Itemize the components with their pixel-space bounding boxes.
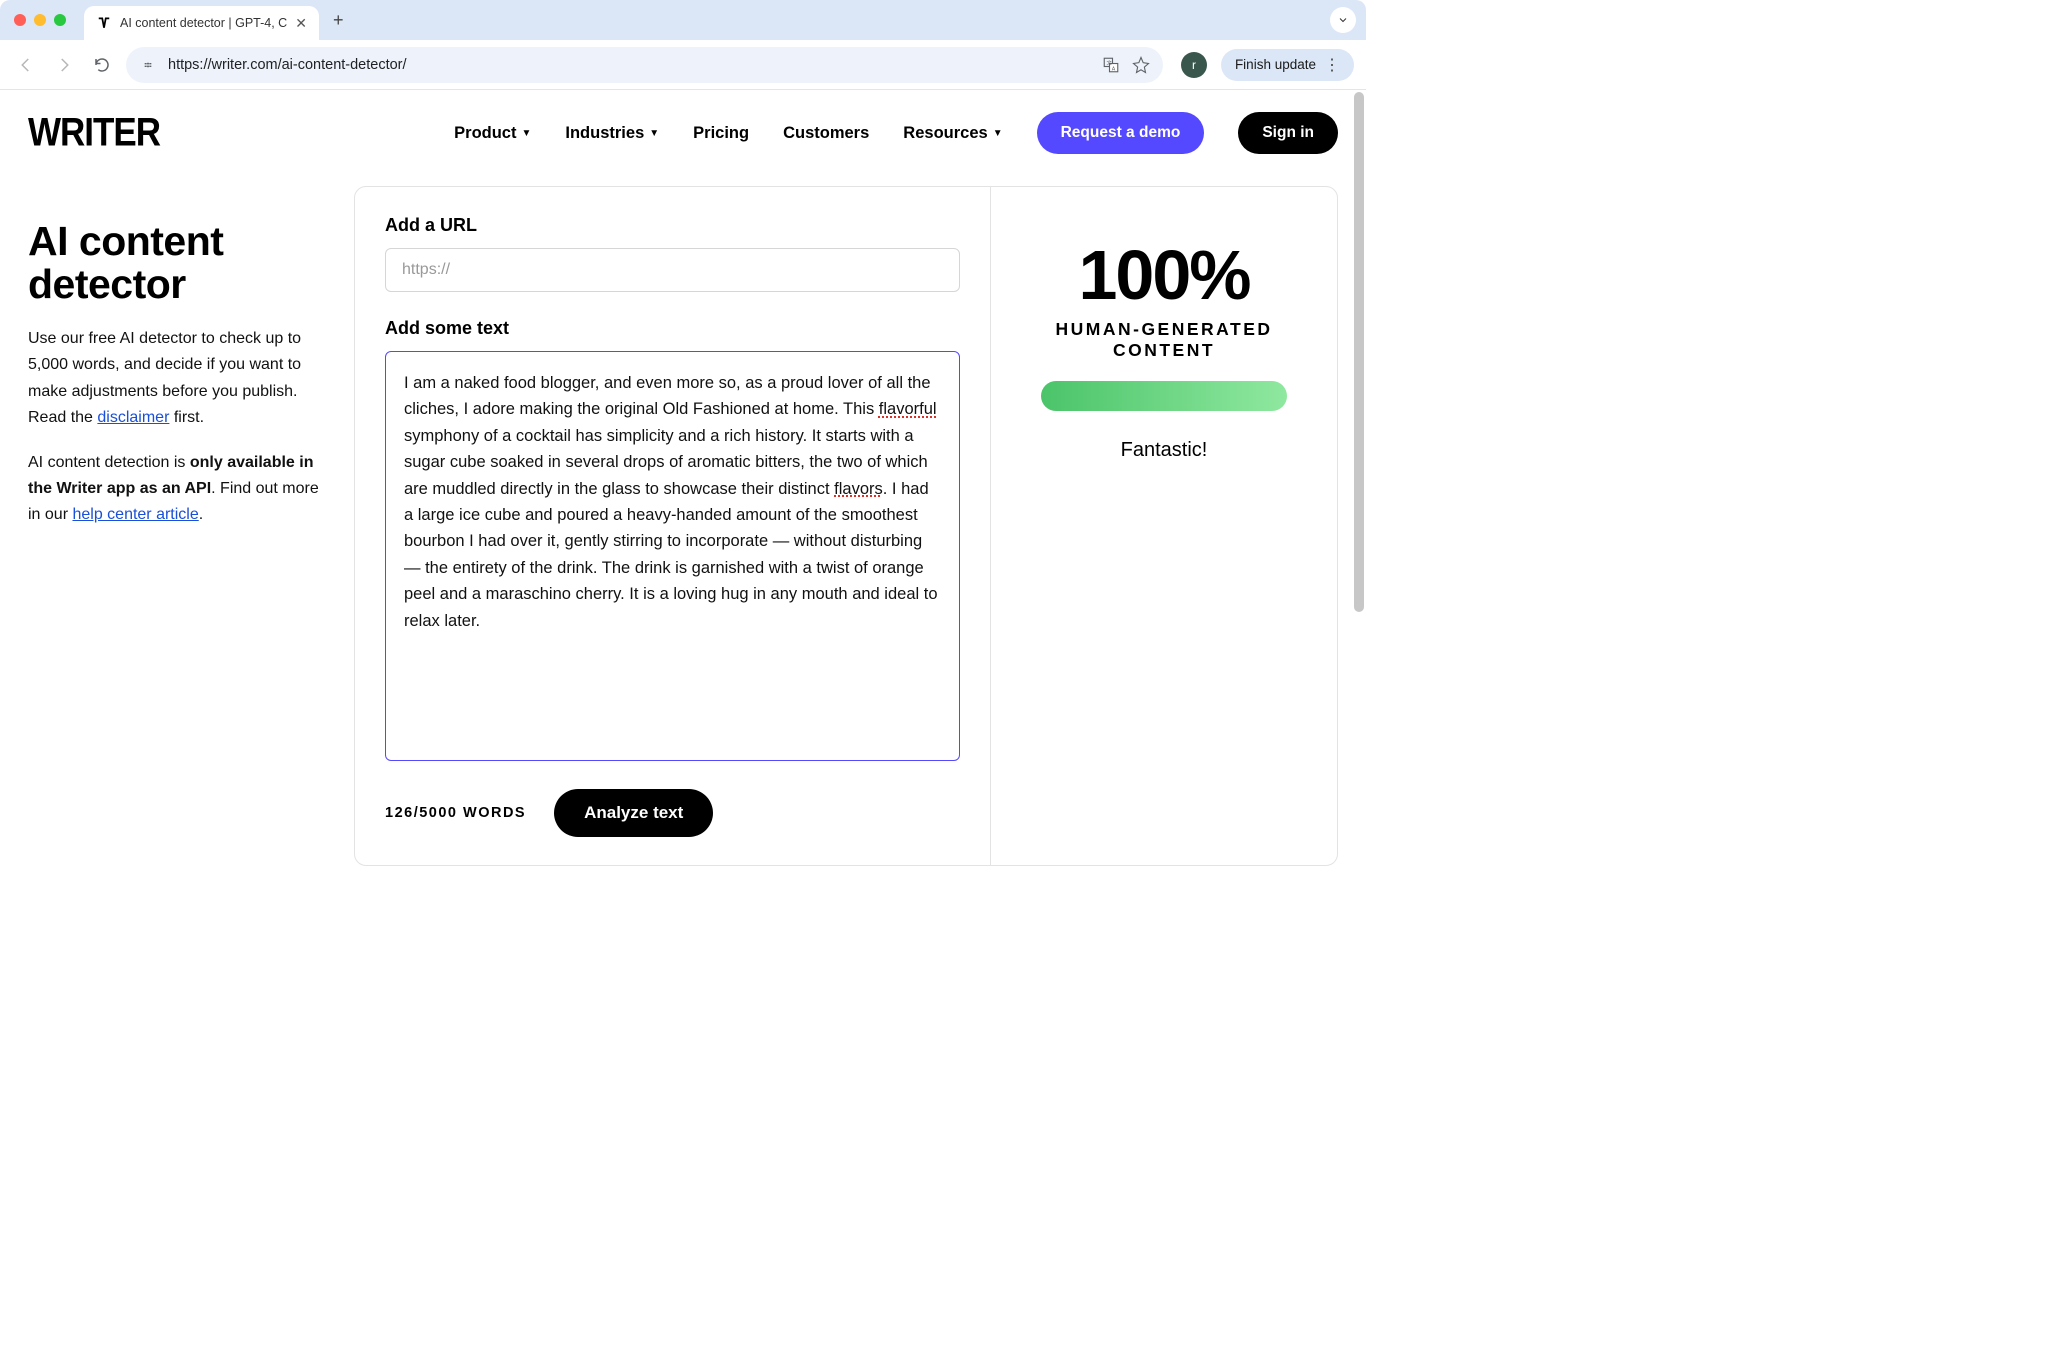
- nav-resources[interactable]: Resources ▼: [903, 124, 1002, 143]
- new-tab-button[interactable]: +: [333, 10, 344, 31]
- page-viewport: WRITER Product ▼ Industries ▼ Pricing Cust…: [0, 90, 1366, 905]
- main-content: AI content detector Use our free AI dete…: [0, 176, 1366, 896]
- window-close-icon[interactable]: [14, 14, 26, 26]
- reload-button[interactable]: [88, 51, 116, 79]
- score-label: HUMAN-GENERATED CONTENT: [1011, 319, 1317, 361]
- scrollbar[interactable]: [1352, 90, 1366, 905]
- nav-industries[interactable]: Industries ▼: [565, 124, 659, 143]
- tabs-dropdown-icon[interactable]: [1330, 7, 1356, 33]
- card-form: Add a URL Add some text I am a naked foo…: [355, 187, 991, 865]
- disclaimer-link[interactable]: disclaimer: [97, 409, 169, 426]
- site-settings-icon[interactable]: [138, 55, 158, 75]
- address-bar: https://writer.com/ai-content-detector/ …: [0, 40, 1366, 90]
- nav-pricing[interactable]: Pricing: [693, 124, 749, 143]
- desc-text: .: [199, 506, 203, 523]
- scrollbar-thumb[interactable]: [1354, 92, 1364, 612]
- tab-favicon-icon: [96, 15, 112, 31]
- nav-industries-label: Industries: [565, 124, 644, 143]
- nav-customers[interactable]: Customers: [783, 124, 869, 143]
- request-demo-button[interactable]: Request a demo: [1037, 112, 1205, 154]
- window-minimize-icon[interactable]: [34, 14, 46, 26]
- score-percent: 100%: [1011, 235, 1317, 315]
- score-bar: [1041, 381, 1287, 411]
- desc-paragraph-2: AI content detection is only available i…: [28, 450, 328, 529]
- profile-avatar[interactable]: r: [1181, 52, 1207, 78]
- chevron-down-icon: ▼: [649, 128, 659, 139]
- more-menu-icon[interactable]: ⋮: [1324, 55, 1340, 75]
- url-field-label: Add a URL: [385, 215, 960, 236]
- writer-logo[interactable]: WRITER: [28, 110, 160, 156]
- detector-card: Add a URL Add some text I am a naked foo…: [354, 186, 1338, 866]
- page-title: AI content detector: [28, 220, 328, 306]
- url-input[interactable]: [385, 248, 960, 292]
- back-button[interactable]: [12, 51, 40, 79]
- bookmark-icon[interactable]: [1131, 55, 1151, 75]
- nav-product-label: Product: [454, 124, 516, 143]
- chevron-down-icon: ▼: [993, 128, 1003, 139]
- window-maximize-icon[interactable]: [54, 14, 66, 26]
- url-text: https://writer.com/ai-content-detector/: [168, 57, 1091, 73]
- nav-product[interactable]: Product ▼: [454, 124, 531, 143]
- svg-text:A: A: [1112, 66, 1116, 72]
- toolbar-right: r Finish update ⋮: [1181, 49, 1354, 81]
- window-controls: [10, 14, 74, 26]
- svg-text:文: 文: [1106, 58, 1112, 66]
- url-field[interactable]: https://writer.com/ai-content-detector/ …: [126, 47, 1163, 83]
- browser-tab[interactable]: AI content detector | GPT-4, C ✕: [84, 6, 319, 40]
- result-panel: 100% HUMAN-GENERATED CONTENT Fantastic!: [991, 187, 1337, 865]
- desc-text: AI content detection is: [28, 454, 190, 471]
- text-input[interactable]: I am a naked food blogger, and even more…: [385, 351, 960, 761]
- tab-title: AI content detector | GPT-4, C: [120, 16, 287, 30]
- card-footer: 126/5000 WORDS Analyze text: [385, 789, 960, 837]
- description: Use our free AI detector to check up to …: [28, 326, 328, 529]
- translate-icon[interactable]: 文A: [1101, 55, 1121, 75]
- main-nav: Product ▼ Industries ▼ Pricing Customers R…: [454, 112, 1338, 154]
- site-header: WRITER Product ▼ Industries ▼ Pricing Cust…: [0, 90, 1366, 176]
- analyze-button[interactable]: Analyze text: [554, 789, 713, 837]
- finish-update-label: Finish update: [1235, 57, 1316, 72]
- tab-close-icon[interactable]: ✕: [295, 15, 307, 32]
- desc-paragraph-1: Use our free AI detector to check up to …: [28, 326, 328, 432]
- left-column: AI content detector Use our free AI dete…: [28, 186, 328, 866]
- finish-update-button[interactable]: Finish update ⋮: [1221, 49, 1354, 81]
- forward-button[interactable]: [50, 51, 78, 79]
- word-count: 126/5000 WORDS: [385, 805, 526, 821]
- help-center-link[interactable]: help center article: [72, 506, 198, 523]
- desc-text: first.: [169, 409, 204, 426]
- text-field-label: Add some text: [385, 318, 960, 339]
- chevron-down-icon: ▼: [521, 128, 531, 139]
- score-message: Fantastic!: [1011, 439, 1317, 462]
- browser-tab-strip: AI content detector | GPT-4, C ✕ +: [0, 0, 1366, 40]
- nav-resources-label: Resources: [903, 124, 987, 143]
- sign-in-button[interactable]: Sign in: [1238, 112, 1338, 154]
